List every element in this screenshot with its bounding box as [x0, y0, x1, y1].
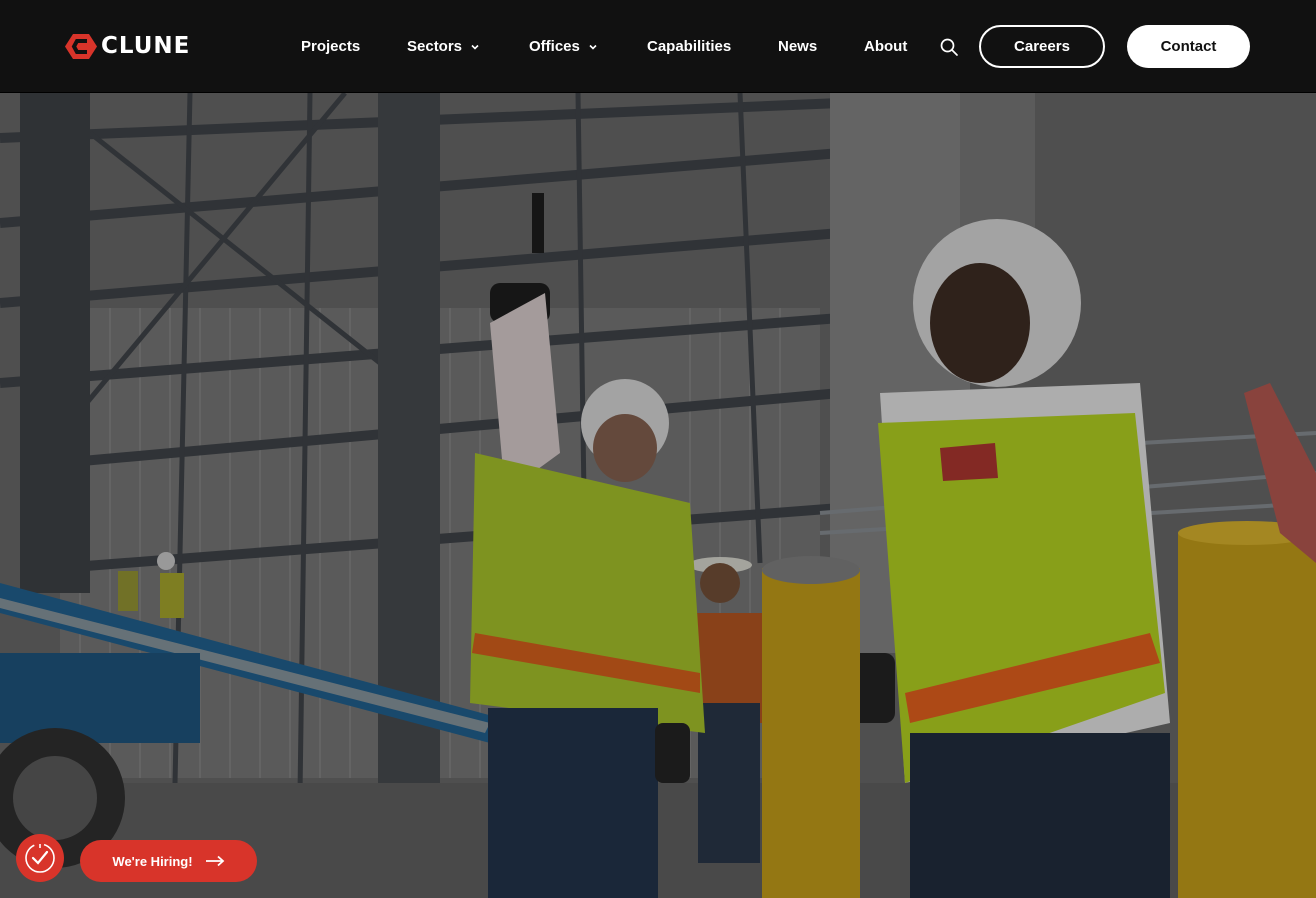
hero-image [0, 93, 1316, 898]
clune-logo[interactable]: CLUNE [65, 34, 190, 59]
brand-name: CLUNE [101, 33, 191, 59]
nav-item-label: Projects [301, 38, 361, 55]
contact-button[interactable]: Contact [1127, 25, 1250, 68]
arrow-right-icon [205, 855, 224, 867]
clune-logo-mark-icon [65, 34, 97, 59]
nav-item-sectors[interactable]: Sectors [407, 37, 480, 57]
construction-scene-illustration [0, 93, 1316, 898]
nav-item-about[interactable]: About [864, 37, 907, 57]
nav-item-news[interactable]: News [778, 37, 817, 57]
nav-item-label: Sectors [407, 38, 463, 55]
hiring-badge[interactable] [16, 834, 64, 882]
careers-button[interactable]: Careers [979, 25, 1105, 68]
hiring-label: We're Hiring! [112, 853, 193, 869]
search-icon[interactable] [939, 37, 959, 57]
nav-item-label: News [778, 38, 818, 55]
top-navigation: CLUNE Projects Sectors Offices Capabilit… [0, 0, 1316, 93]
nav-item-label: About [864, 38, 908, 55]
nav-item-label: Offices [529, 38, 580, 55]
chevron-down-icon [471, 44, 479, 50]
were-hiring-button[interactable]: We're Hiring! [80, 840, 257, 882]
check-badge-icon [25, 843, 55, 873]
nav-item-label: Capabilities [647, 38, 732, 55]
nav-item-offices[interactable]: Offices [529, 37, 598, 57]
nav-item-capabilities[interactable]: Capabilities [647, 37, 731, 57]
nav-item-projects[interactable]: Projects [301, 37, 360, 57]
chevron-down-icon [589, 44, 597, 50]
